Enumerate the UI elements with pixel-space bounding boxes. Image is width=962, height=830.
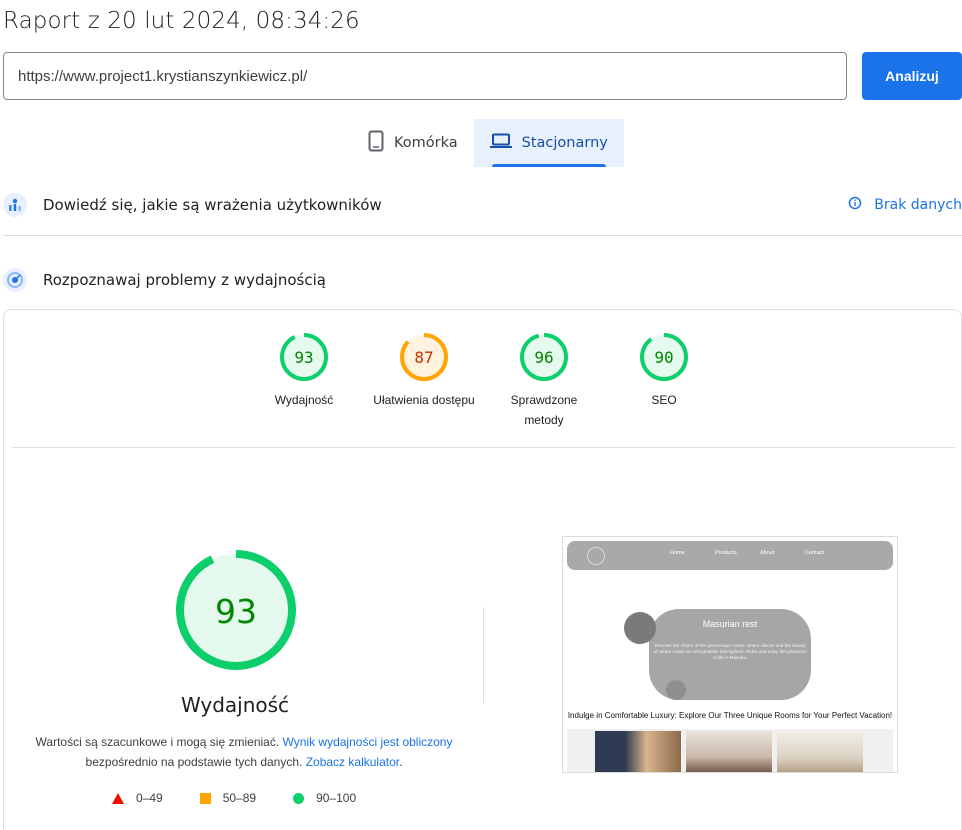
legend-range: 90–100 <box>316 791 357 805</box>
legend-item-fail: 0–49 <box>112 791 163 805</box>
gauge-score: 90 <box>654 348 673 367</box>
logo-icon <box>587 547 605 565</box>
room-image <box>686 731 772 772</box>
gauge-label: Wydajność <box>274 393 334 407</box>
report-title: Raport z 20 lut 2024, 08:34:26 <box>3 8 360 34</box>
gauge-label: SEO <box>651 393 677 407</box>
room-image <box>595 731 681 772</box>
divider-vertical <box>483 607 484 703</box>
calculator-link[interactable]: Zobacz kalkulator <box>306 755 399 769</box>
gauge-score: 93 <box>294 348 313 367</box>
score-legend: 0–49 50–89 90–100 <box>112 791 393 805</box>
users-chart-icon <box>3 193 27 217</box>
gauge-accessibility[interactable]: 87 Ułatwienia dostępu <box>364 332 484 410</box>
thumb-nav-item: About <box>760 550 775 556</box>
divider <box>12 447 955 448</box>
performance-score: 93 <box>215 592 257 631</box>
gauge-score: 87 <box>414 348 433 367</box>
smartphone-icon <box>368 130 384 156</box>
url-input-box[interactable] <box>3 52 847 100</box>
note-end: . <box>399 755 403 769</box>
gauge-target-icon <box>3 268 27 292</box>
tab-desktop-label: Stacjonarny <box>521 135 608 151</box>
thumb-hero-text: Discover the charm of this picturesque c… <box>653 643 807 660</box>
note-text: bezpośrednio na podstawie tych danych. <box>85 755 303 769</box>
legend-range: 50–89 <box>222 791 257 805</box>
gauge-label: Ułatwienia dostępu <box>373 393 475 407</box>
thumb-nav-item: Home <box>670 550 685 556</box>
category-gauges: 93 Wydajność 87 Ułatwienia dostępu 96 Sp… <box>4 310 961 448</box>
performance-note: Wartości są szacunkowe i mogą się zmieni… <box>24 732 464 772</box>
lab-data-label: Rozpoznawaj problemy z wydajnością <box>43 271 326 289</box>
triangle-icon <box>112 792 124 804</box>
room-image <box>777 731 863 772</box>
info-icon <box>848 196 862 214</box>
analyze-button[interactable]: Analizuj <box>862 52 962 100</box>
performance-title: Wydajność <box>180 693 290 717</box>
gauge-label: Sprawdzone metody <box>510 393 578 427</box>
thumb-nav-item: Contact <box>805 550 824 556</box>
legend-range: 0–49 <box>136 791 163 805</box>
tab-desktop[interactable]: Stacjonarny <box>473 119 624 167</box>
lighthouse-report-card: 93 Wydajność 87 Ułatwienia dostępu 96 Sp… <box>3 309 962 830</box>
decor-circle <box>666 680 686 700</box>
thumb-nav-item: Products <box>715 550 737 556</box>
performance-big-gauge: 93 <box>174 548 298 672</box>
url-input[interactable] <box>18 67 832 85</box>
tab-mobile[interactable]: Komórka <box>352 119 474 167</box>
thumb-hero-title: Masurian rest <box>702 619 758 629</box>
lab-data-header: Rozpoznawaj problemy z wydajnością <box>3 268 962 292</box>
page-screenshot-thumbnail[interactable]: Home Products About Contact Masurian res… <box>562 536 898 773</box>
gauge-score: 96 <box>534 348 553 367</box>
gauge-performance[interactable]: 93 Wydajność <box>244 332 364 410</box>
legend-item-pass: 90–100 <box>293 791 356 805</box>
laptop-icon <box>489 133 512 153</box>
field-data-label: Dowiedź się, jakie są wrażenia użytkowni… <box>43 196 382 214</box>
device-tabs: Komórka Stacjonarny <box>352 119 624 167</box>
gauge-seo[interactable]: 90 SEO <box>604 332 724 410</box>
no-data-status[interactable]: Brak danych <box>848 196 962 214</box>
tab-mobile-label: Komórka <box>394 135 458 151</box>
thumb-rooms <box>567 729 893 772</box>
no-data-label: Brak danych <box>874 197 962 213</box>
decor-circle <box>624 612 656 644</box>
thumb-nav: Home Products About Contact <box>567 541 893 570</box>
square-icon <box>199 792 211 804</box>
legend-item-average: 50–89 <box>199 791 257 805</box>
field-data-header: Dowiedź się, jakie są wrażenia użytkowni… <box>3 193 962 217</box>
score-calculated-link[interactable]: Wynik wydajności jest obliczony <box>283 735 453 749</box>
circle-icon <box>293 792 305 804</box>
thumb-tagline: Indulge in Comfortable Luxury: Explore O… <box>567 711 893 720</box>
divider <box>3 235 962 236</box>
note-text: Wartości są szacunkowe i mogą się zmieni… <box>35 735 280 749</box>
gauge-best-practices[interactable]: 96 Sprawdzone metody <box>484 332 604 430</box>
